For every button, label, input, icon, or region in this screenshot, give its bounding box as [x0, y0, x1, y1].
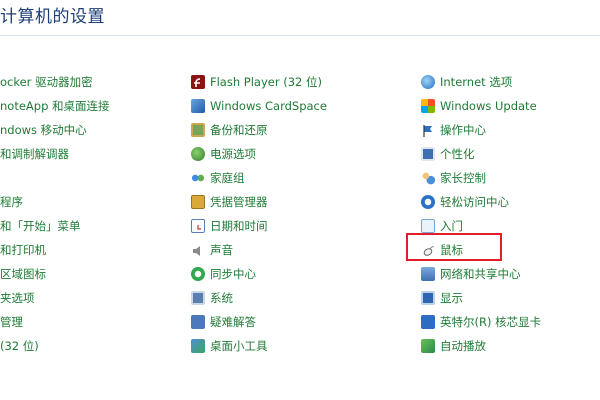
list-item-display[interactable]: 显示 — [421, 288, 463, 308]
list-item-troubleshooting[interactable]: 疑难解答 — [191, 312, 256, 332]
item-label: 程序 — [0, 195, 23, 209]
list-item-action-center[interactable]: 操作中心 — [421, 120, 486, 140]
item-label: 系统 — [210, 291, 233, 305]
item-label: 声音 — [210, 243, 233, 257]
item-label: 轻松访问中心 — [440, 195, 509, 209]
list-item-folder-options[interactable]: 夹选项 — [0, 288, 35, 308]
list-item-management[interactable]: 管理 — [0, 312, 23, 332]
list-item-autoplay[interactable]: 自动播放 — [421, 336, 486, 356]
list-item-intel-graphics[interactable]: 英特尔(R) 核芯显卡 — [421, 312, 541, 332]
list-item-network-sharing[interactable]: 网络和共享中心 — [421, 264, 521, 284]
backup-icon — [191, 123, 205, 137]
list-item-backup[interactable]: 备份和还原 — [191, 120, 268, 140]
list-item-modem[interactable]: 和调制解调器 — [0, 144, 69, 164]
getting-started-icon — [421, 219, 435, 233]
page-title: 计算机的设置 — [0, 7, 105, 27]
power-icon — [191, 147, 205, 161]
list-item-credential-manager[interactable]: 凭据管理器 — [191, 192, 268, 212]
ease-access-icon — [421, 195, 435, 209]
list-item-sound[interactable]: 声音 — [191, 240, 233, 260]
item-label: noteApp 和桌面连接 — [0, 99, 110, 113]
troubleshoot-icon — [191, 315, 205, 329]
item-label: ndows 移动中心 — [0, 123, 87, 137]
system-icon — [191, 291, 205, 305]
flag-icon — [421, 123, 435, 137]
personalize-icon — [421, 147, 435, 161]
item-label: Windows Update — [440, 99, 537, 113]
list-item-sync-center[interactable]: 同步中心 — [191, 264, 256, 284]
item-label: ocker 驱动器加密 — [0, 75, 93, 89]
flash-icon — [191, 75, 205, 89]
item-label: 疑难解答 — [210, 315, 256, 329]
list-item-start-menu[interactable]: 和「开始」菜单 — [0, 216, 81, 236]
network-icon — [421, 267, 435, 281]
item-label: 日期和时间 — [210, 219, 268, 233]
list-item-mobility-center[interactable]: ndows 移动中心 — [0, 120, 87, 140]
list-item-flash-player[interactable]: Flash Player (32 位) — [191, 72, 322, 92]
list-item-parental-controls[interactable]: 家长控制 — [421, 168, 486, 188]
list-item-ease-of-access[interactable]: 轻松访问中心 — [421, 192, 509, 212]
list-item-windows-update[interactable]: Windows Update — [421, 96, 537, 116]
list-item-desktop-gadgets[interactable]: 桌面小工具 — [191, 336, 268, 356]
item-label: 桌面小工具 — [210, 339, 268, 353]
item-label: 家庭组 — [210, 171, 245, 185]
list-item-system[interactable]: 系统 — [191, 288, 233, 308]
title-divider — [0, 35, 600, 36]
item-label: 家长控制 — [440, 171, 486, 185]
credential-icon — [191, 195, 205, 209]
autoplay-icon — [421, 339, 435, 353]
item-label: 电源选项 — [210, 147, 256, 161]
item-label: 区域图标 — [0, 267, 46, 281]
item-label: 夹选项 — [0, 291, 35, 305]
display-icon — [421, 291, 435, 305]
item-label: Windows CardSpace — [210, 99, 327, 113]
list-item-homegroup[interactable]: 家庭组 — [191, 168, 245, 188]
parental-icon — [421, 171, 435, 185]
internet-icon — [421, 75, 435, 89]
item-label: 管理 — [0, 315, 23, 329]
item-label: Internet 选项 — [440, 75, 513, 89]
item-label: 操作中心 — [440, 123, 486, 137]
item-label: 凭据管理器 — [210, 195, 268, 209]
item-label: 网络和共享中心 — [440, 267, 521, 281]
item-label: 同步中心 — [210, 267, 256, 281]
item-label: Flash Player (32 位) — [210, 75, 322, 89]
list-item-cardspace[interactable]: Windows CardSpace — [191, 96, 327, 116]
update-icon — [421, 99, 435, 113]
cardspace-icon — [191, 99, 205, 113]
list-item-bitlocker[interactable]: ocker 驱动器加密 — [0, 72, 93, 92]
mouse-highlight-box — [406, 233, 502, 261]
gadget-icon — [191, 339, 205, 353]
item-label: 英特尔(R) 核芯显卡 — [440, 315, 542, 329]
item-label: 备份和还原 — [210, 123, 268, 137]
list-item-32bit[interactable]: (32 位) — [0, 336, 39, 356]
item-label: 自动播放 — [440, 339, 486, 353]
intel-icon — [421, 315, 435, 329]
item-label: 入门 — [440, 219, 463, 233]
sync-icon — [191, 267, 205, 281]
list-item-personalization[interactable]: 个性化 — [421, 144, 475, 164]
item-label: 显示 — [440, 291, 463, 305]
list-item-power[interactable]: 电源选项 — [191, 144, 256, 164]
homegroup-icon — [191, 171, 205, 185]
item-label: 和「开始」菜单 — [0, 219, 81, 233]
item-label: 和打印机 — [0, 243, 46, 257]
item-label: 个性化 — [440, 147, 475, 161]
speaker-icon — [191, 243, 205, 257]
list-item-internet-options[interactable]: Internet 选项 — [421, 72, 512, 92]
list-item-remoteapp[interactable]: noteApp 和桌面连接 — [0, 96, 110, 116]
list-item-printers[interactable]: 和打印机 — [0, 240, 46, 260]
clock-icon — [191, 219, 205, 233]
list-item-date-time[interactable]: 日期和时间 — [191, 216, 268, 236]
list-item-programs[interactable]: 程序 — [0, 192, 23, 212]
item-label: (32 位) — [0, 339, 39, 353]
list-item-notification-icons[interactable]: 区域图标 — [0, 264, 46, 284]
item-label: 和调制解调器 — [0, 147, 69, 161]
